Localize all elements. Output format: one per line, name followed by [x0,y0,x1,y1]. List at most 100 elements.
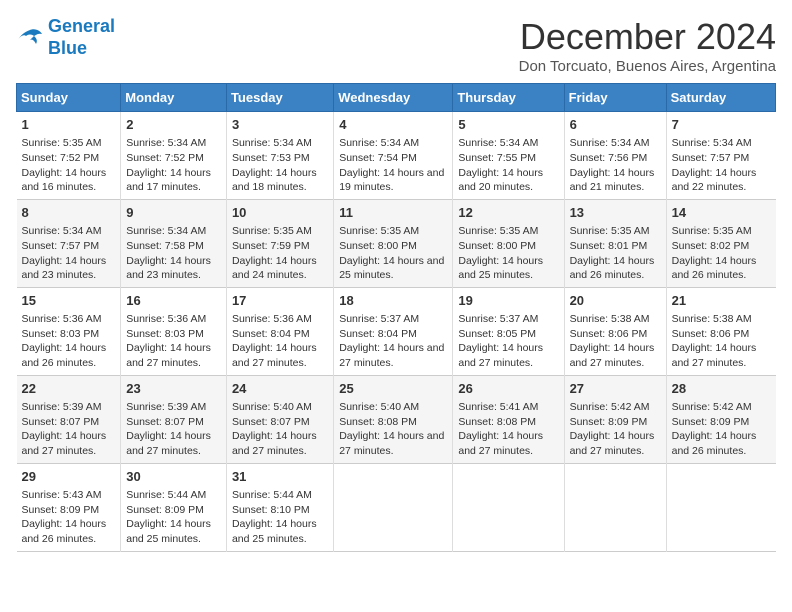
page-subtitle: Don Torcuato, Buenos Aires, Argentina [519,58,776,75]
sunrise-info: Sunrise: 5:36 AM [22,312,116,327]
sunrise-info: Sunrise: 5:40 AM [232,400,328,415]
day-number: 30 [126,468,221,486]
sunset-info: Sunset: 8:03 PM [126,327,221,342]
day-number: 7 [672,116,771,134]
sunrise-info: Sunrise: 5:37 AM [339,312,447,327]
sunset-info: Sunset: 7:54 PM [339,151,447,166]
list-item: 11 Sunrise: 5:35 AM Sunset: 8:00 PM Dayl… [334,199,453,287]
list-item: 2 Sunrise: 5:34 AM Sunset: 7:52 PM Dayli… [121,112,227,200]
table-row: 29 Sunrise: 5:43 AM Sunset: 8:09 PM Dayl… [17,463,776,551]
sunset-info: Sunset: 7:55 PM [458,151,558,166]
list-item: 23 Sunrise: 5:39 AM Sunset: 8:07 PM Dayl… [121,375,227,463]
sunrise-info: Sunrise: 5:34 AM [22,224,116,239]
sunset-info: Sunset: 8:04 PM [232,327,328,342]
sunset-info: Sunset: 8:04 PM [339,327,447,342]
day-number: 26 [458,380,558,398]
sunset-info: Sunset: 8:09 PM [126,503,221,518]
logo: General Blue [16,16,115,59]
day-number: 12 [458,204,558,222]
sunset-info: Sunset: 8:03 PM [22,327,116,342]
sunrise-info: Sunrise: 5:35 AM [232,224,328,239]
list-item: 13 Sunrise: 5:35 AM Sunset: 8:01 PM Dayl… [564,199,666,287]
list-item: 3 Sunrise: 5:34 AM Sunset: 7:53 PM Dayli… [226,112,333,200]
day-number: 9 [126,204,221,222]
sunrise-info: Sunrise: 5:34 AM [458,136,558,151]
list-item: 18 Sunrise: 5:37 AM Sunset: 8:04 PM Dayl… [334,287,453,375]
sunset-info: Sunset: 8:00 PM [339,239,447,254]
daylight-info: Daylight: 14 hours and 22 minutes. [672,166,771,195]
calendar-body: 1 Sunrise: 5:35 AM Sunset: 7:52 PM Dayli… [17,112,776,552]
day-number: 10 [232,204,328,222]
sunset-info: Sunset: 8:01 PM [570,239,661,254]
sunrise-info: Sunrise: 5:38 AM [570,312,661,327]
sunrise-info: Sunrise: 5:35 AM [570,224,661,239]
list-item: 29 Sunrise: 5:43 AM Sunset: 8:09 PM Dayl… [17,463,121,551]
calendar-table: Sunday Monday Tuesday Wednesday Thursday… [16,83,776,552]
sunrise-info: Sunrise: 5:35 AM [458,224,558,239]
daylight-info: Daylight: 14 hours and 17 minutes. [126,166,221,195]
sunrise-info: Sunrise: 5:35 AM [22,136,116,151]
daylight-info: Daylight: 14 hours and 26 minutes. [570,254,661,283]
sunset-info: Sunset: 8:02 PM [672,239,771,254]
daylight-info: Daylight: 14 hours and 25 minutes. [126,517,221,546]
list-item: 7 Sunrise: 5:34 AM Sunset: 7:57 PM Dayli… [666,112,775,200]
day-number: 13 [570,204,661,222]
sunrise-info: Sunrise: 5:42 AM [672,400,771,415]
day-number: 2 [126,116,221,134]
sunset-info: Sunset: 7:56 PM [570,151,661,166]
day-number: 24 [232,380,328,398]
daylight-info: Daylight: 14 hours and 27 minutes. [339,429,447,458]
daylight-info: Daylight: 14 hours and 25 minutes. [232,517,328,546]
sunrise-info: Sunrise: 5:37 AM [458,312,558,327]
sunrise-info: Sunrise: 5:44 AM [126,488,221,503]
day-number: 20 [570,292,661,310]
daylight-info: Daylight: 14 hours and 18 minutes. [232,166,328,195]
col-friday: Friday [564,84,666,112]
sunrise-info: Sunrise: 5:34 AM [126,224,221,239]
sunrise-info: Sunrise: 5:36 AM [126,312,221,327]
table-row: 22 Sunrise: 5:39 AM Sunset: 8:07 PM Dayl… [17,375,776,463]
sunrise-info: Sunrise: 5:34 AM [126,136,221,151]
sunset-info: Sunset: 8:07 PM [22,415,116,430]
logo-icon [16,26,44,50]
daylight-info: Daylight: 14 hours and 27 minutes. [339,341,447,370]
sunset-info: Sunset: 8:10 PM [232,503,328,518]
day-number: 31 [232,468,328,486]
list-item [666,463,775,551]
list-item: 19 Sunrise: 5:37 AM Sunset: 8:05 PM Dayl… [453,287,564,375]
list-item: 20 Sunrise: 5:38 AM Sunset: 8:06 PM Dayl… [564,287,666,375]
sunrise-info: Sunrise: 5:44 AM [232,488,328,503]
daylight-info: Daylight: 14 hours and 27 minutes. [570,429,661,458]
day-number: 4 [339,116,447,134]
daylight-info: Daylight: 14 hours and 26 minutes. [672,254,771,283]
daylight-info: Daylight: 14 hours and 27 minutes. [126,429,221,458]
sunrise-info: Sunrise: 5:38 AM [672,312,771,327]
daylight-info: Daylight: 14 hours and 27 minutes. [458,429,558,458]
page-title: December 2024 [519,16,776,58]
daylight-info: Daylight: 14 hours and 25 minutes. [458,254,558,283]
sunrise-info: Sunrise: 5:39 AM [126,400,221,415]
list-item: 25 Sunrise: 5:40 AM Sunset: 8:08 PM Dayl… [334,375,453,463]
list-item: 30 Sunrise: 5:44 AM Sunset: 8:09 PM Dayl… [121,463,227,551]
list-item: 16 Sunrise: 5:36 AM Sunset: 8:03 PM Dayl… [121,287,227,375]
col-thursday: Thursday [453,84,564,112]
sunrise-info: Sunrise: 5:34 AM [232,136,328,151]
daylight-info: Daylight: 14 hours and 21 minutes. [570,166,661,195]
list-item: 27 Sunrise: 5:42 AM Sunset: 8:09 PM Dayl… [564,375,666,463]
day-number: 18 [339,292,447,310]
daylight-info: Daylight: 14 hours and 27 minutes. [570,341,661,370]
list-item: 15 Sunrise: 5:36 AM Sunset: 8:03 PM Dayl… [17,287,121,375]
sunset-info: Sunset: 7:58 PM [126,239,221,254]
sunset-info: Sunset: 8:07 PM [232,415,328,430]
day-number: 5 [458,116,558,134]
day-number: 3 [232,116,328,134]
table-row: 15 Sunrise: 5:36 AM Sunset: 8:03 PM Dayl… [17,287,776,375]
day-number: 27 [570,380,661,398]
daylight-info: Daylight: 14 hours and 27 minutes. [458,341,558,370]
sunrise-info: Sunrise: 5:40 AM [339,400,447,415]
day-number: 14 [672,204,771,222]
list-item: 21 Sunrise: 5:38 AM Sunset: 8:06 PM Dayl… [666,287,775,375]
list-item: 6 Sunrise: 5:34 AM Sunset: 7:56 PM Dayli… [564,112,666,200]
day-number: 21 [672,292,771,310]
list-item: 5 Sunrise: 5:34 AM Sunset: 7:55 PM Dayli… [453,112,564,200]
